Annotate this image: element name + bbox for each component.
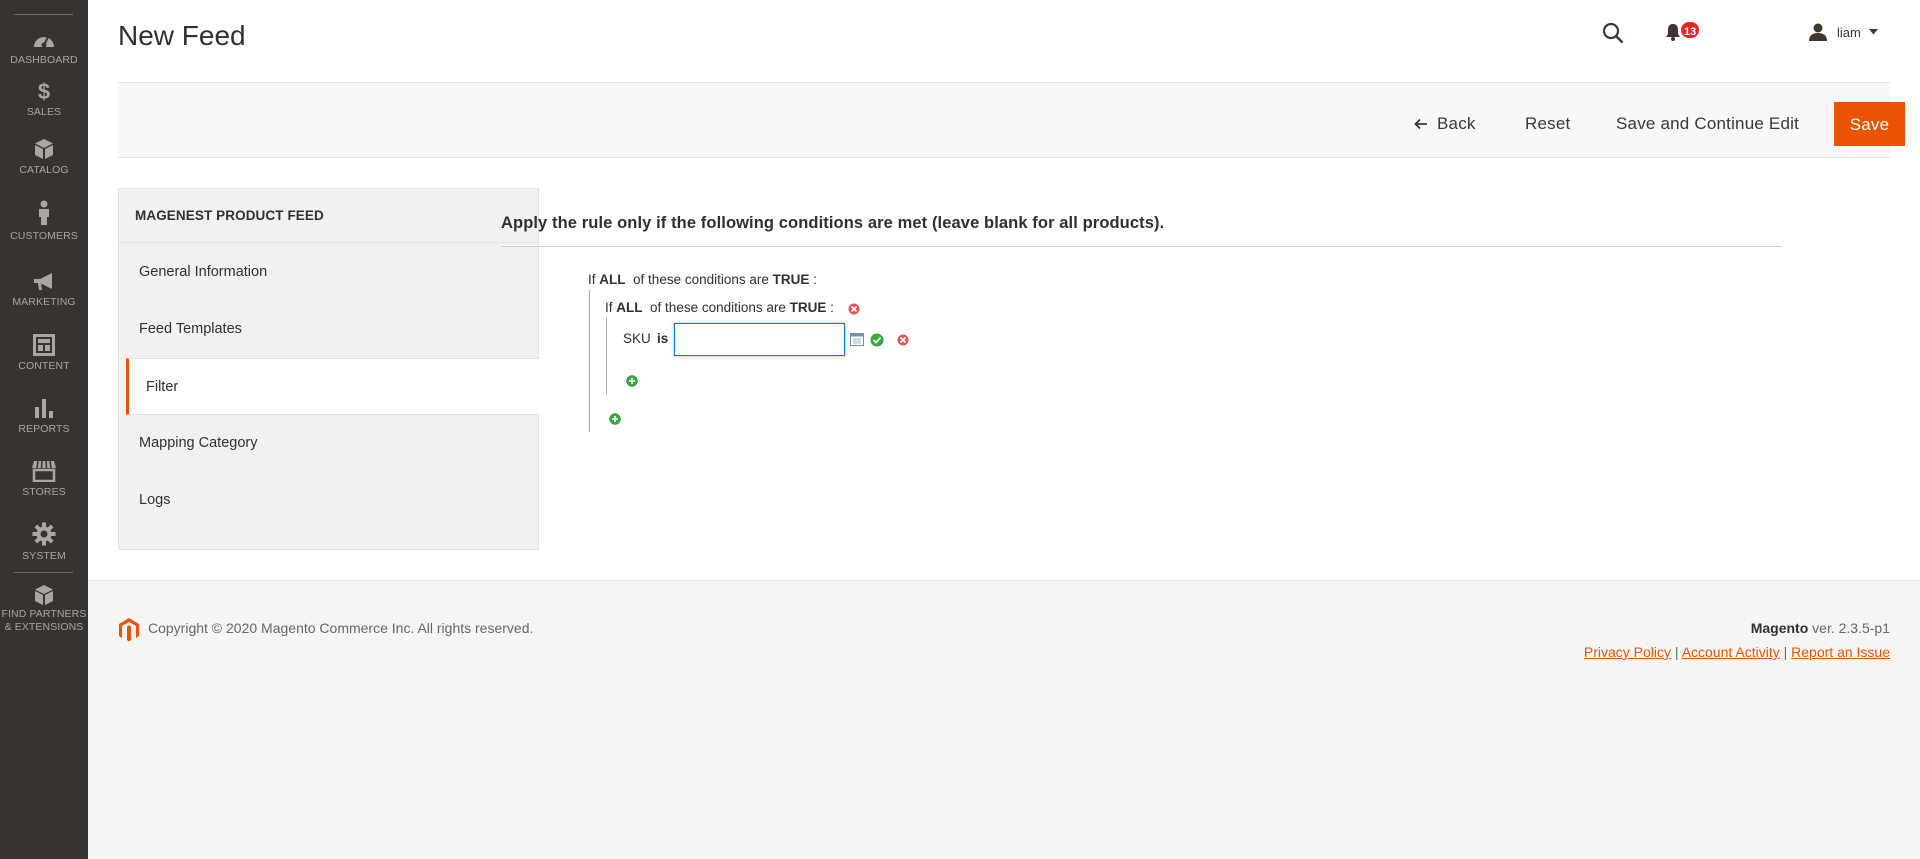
version-text: ver. 2.3.5-p1 [1812, 620, 1890, 636]
user-account-menu[interactable]: liam [1808, 22, 1878, 42]
tab-logs[interactable]: Logs [119, 472, 538, 529]
sidebar-item-label: SALES [26, 106, 62, 118]
tab-filter[interactable]: Filter [126, 358, 539, 415]
bar-chart-icon [35, 399, 53, 418]
box-icon [35, 139, 53, 159]
brand-name: Magento [1750, 620, 1809, 636]
sidebar-item-reports[interactable]: REPORTS [0, 397, 88, 457]
sidebar-divider-top [14, 14, 73, 15]
user-name: liam [1837, 24, 1861, 40]
footer-links: Privacy Policy | Account Activity | Repo… [1584, 644, 1890, 660]
admin-sidebar: DASHBOARD $ SALES CATALOG CUSTOMERS MARK… [0, 0, 88, 859]
tab-mapping-category[interactable]: Mapping Category [119, 415, 538, 472]
sidebar-divider [14, 572, 73, 573]
sidebar-item-stores[interactable]: STORES [0, 460, 88, 520]
report-issue-link[interactable]: Report an Issue [1791, 644, 1890, 660]
dollar-icon: $ [38, 80, 50, 102]
link-separator: | [1783, 644, 1788, 660]
page-footer: Copyright © 2020 Magento Commerce Inc. A… [88, 580, 1920, 859]
arrow-left-icon [1414, 118, 1427, 130]
sidebar-item-label: CUSTOMERS [10, 230, 78, 242]
user-icon [1809, 23, 1827, 41]
sidebar-item-system[interactable]: SYSTEM [0, 522, 88, 582]
sidebar-partners-line2: & EXTENSIONS [4, 621, 84, 633]
conditions-heading: Apply the rule only if the following con… [501, 214, 1165, 232]
dashboard-icon [34, 36, 54, 48]
reset-button[interactable]: Reset [1525, 102, 1570, 146]
sidebar-item-label: CONTENT [18, 360, 70, 372]
sidebar-item-customers[interactable]: CUSTOMERS [0, 200, 88, 260]
magento-logo-icon [119, 618, 139, 642]
sidebar-item-sales[interactable]: $ SALES [0, 80, 88, 140]
sidebar-item-content[interactable]: CONTENT [0, 334, 88, 394]
main-content: New Feed Back Reset Save and Continue Ed… [88, 0, 1920, 580]
account-activity-link[interactable]: Account Activity [1682, 644, 1780, 660]
inner-aggregator[interactable]: ALL [616, 300, 642, 315]
gear-icon [32, 522, 56, 546]
outer-colon: : [813, 272, 817, 287]
add-condition-icon[interactable] [626, 375, 638, 387]
storefront-icon [32, 460, 56, 482]
tab-feed-templates[interactable]: Feed Templates [119, 301, 538, 358]
svg-text:$: $ [38, 80, 50, 102]
sidebar-item-marketing[interactable]: MARKETING [0, 272, 88, 332]
tab-general-information[interactable]: General Information [119, 244, 538, 301]
sidebar-item-label: MARKETING [12, 296, 76, 308]
sidebar-item-label: CATALOG [19, 164, 69, 176]
remove-row-icon[interactable] [897, 334, 909, 346]
sku-operator[interactable]: is [657, 331, 668, 346]
save-and-continue-button[interactable]: Save and Continue Edit [1616, 102, 1799, 146]
inner-value[interactable]: TRUE [790, 300, 827, 315]
person-icon [39, 200, 49, 225]
outer-if: If [588, 272, 596, 287]
inner-colon: : [830, 300, 834, 315]
add-condition-icon[interactable] [609, 413, 621, 425]
outer-condition-line: If ALL of these conditions are TRUE : [588, 272, 817, 287]
outer-value[interactable]: TRUE [773, 272, 810, 287]
copyright-text: Copyright © 2020 Magento Commerce Inc. A… [148, 620, 534, 636]
remove-condition-icon[interactable] [848, 303, 860, 315]
privacy-policy-link[interactable]: Privacy Policy [1584, 644, 1671, 660]
sidebar-item-catalog[interactable]: CATALOG [0, 138, 88, 198]
caret-down-icon [1868, 29, 1878, 35]
inner-mid: of these conditions are [650, 300, 786, 315]
apply-check-icon[interactable] [870, 333, 884, 347]
back-button[interactable]: Back [1414, 102, 1476, 146]
inner-condition-line: If ALL of these conditions are TRUE : [605, 300, 834, 315]
sku-attribute[interactable]: SKU [623, 331, 651, 346]
sidebar-item-label: REPORTS [18, 423, 70, 435]
version-info: Magento ver. 2.3.5-p1 [1751, 620, 1890, 636]
inner-tree-line [606, 318, 607, 394]
link-separator: | [1674, 644, 1679, 660]
page-title: New Feed [118, 20, 246, 51]
search-icon [1602, 22, 1624, 44]
sidebar-item-partners[interactable]: FIND PARTNERS & EXTENSIONS [0, 584, 88, 638]
feed-tabs: MAGENEST PRODUCT FEED General Informatio… [118, 188, 539, 550]
page-actions-bar: Back Reset Save and Continue Edit Save [118, 82, 1905, 158]
inner-if: If [605, 300, 613, 315]
chooser-list-icon[interactable] [850, 333, 864, 346]
global-search-button[interactable] [1602, 22, 1624, 49]
outer-tree-line [589, 290, 590, 432]
back-label: Back [1437, 114, 1476, 133]
sidebar-item-label: STORES [22, 486, 66, 498]
save-button[interactable]: Save [1834, 102, 1905, 146]
megaphone-icon [34, 273, 52, 290]
tabs-title: MAGENEST PRODUCT FEED [119, 189, 538, 243]
sidebar-partners-line1: FIND PARTNERS [1, 608, 87, 620]
sidebar-item-label: SYSTEM [22, 550, 66, 562]
outer-aggregator[interactable]: ALL [599, 272, 625, 287]
outer-mid: of these conditions are [633, 272, 769, 287]
layout-icon [33, 334, 55, 356]
notification-count-badge: 13 [1679, 20, 1702, 40]
sidebar-item-label: DASHBOARD [10, 54, 78, 66]
conditions-divider [501, 246, 1782, 247]
box-icon [35, 585, 53, 605]
sku-value-input[interactable] [674, 323, 845, 356]
